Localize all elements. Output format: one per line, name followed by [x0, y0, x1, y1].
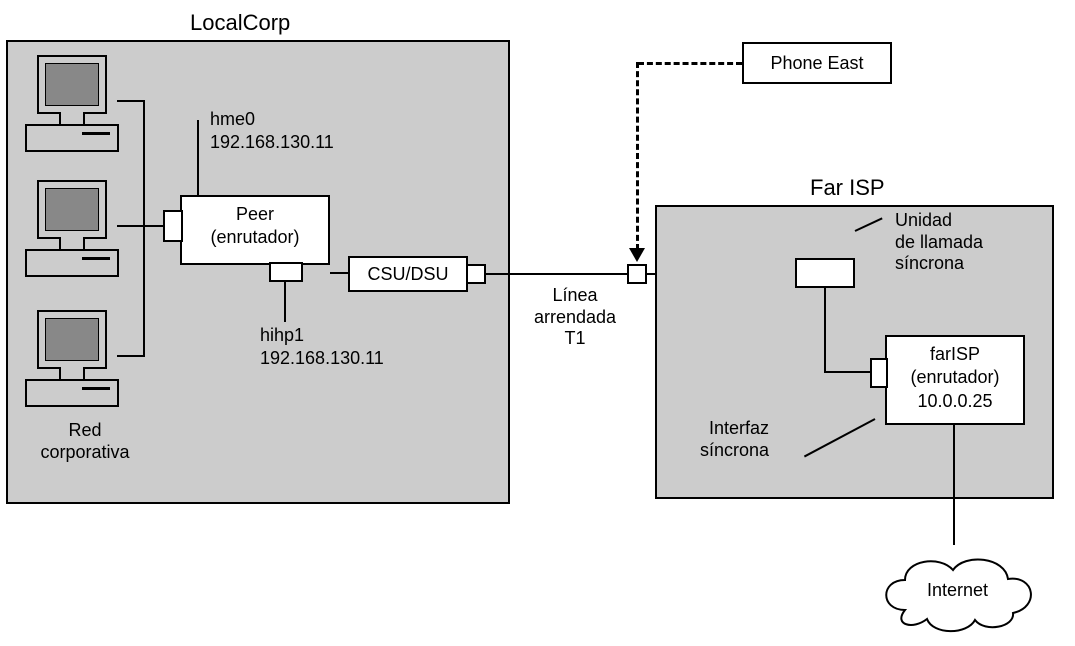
callout-line: [284, 282, 286, 322]
dashed-line: [636, 62, 639, 250]
sync-iface-text: Interfaz síncrona: [700, 418, 769, 460]
localcorp-title: LocalCorp: [190, 10, 290, 36]
phone-east-label: Phone East: [770, 53, 863, 73]
hihp1-name: hihp1: [260, 325, 304, 345]
workstation-icon: [25, 55, 115, 150]
leased-line-label: Línea arrendada T1: [520, 285, 630, 350]
phone-east-box: Phone East: [742, 42, 892, 84]
wire: [824, 371, 872, 373]
sync-call-unit-text: Unidad de llamada síncrona: [895, 210, 983, 273]
hme0-ip: 192.168.130.11: [210, 132, 334, 152]
corp-net-label: Red corporativa: [30, 420, 140, 463]
hihp1-label: hihp1 192.168.130.11: [260, 324, 384, 369]
wire: [117, 355, 145, 357]
wire: [117, 225, 145, 227]
csu-dsu-label: CSU/DSU: [367, 264, 448, 284]
wire: [143, 225, 165, 227]
workstation-icon: [25, 180, 115, 275]
hihp1-port: [269, 262, 303, 282]
sync-call-unit-box: [795, 258, 855, 288]
farisp-router-box: farISP (enrutador) 10.0.0.25: [885, 335, 1025, 425]
farisp-router-name: farISP: [930, 344, 980, 364]
workstation-icon: [25, 310, 115, 405]
hme0-label: hme0 192.168.130.11: [210, 108, 334, 153]
corp-net-text: Red corporativa: [40, 420, 129, 462]
sync-iface-label: Interfaz síncrona: [700, 418, 769, 461]
junction-port: [627, 264, 647, 284]
internet-label: Internet: [905, 580, 1010, 601]
sync-call-unit-label: Unidad de llamada síncrona: [895, 210, 983, 275]
farisp-title: Far ISP: [810, 175, 885, 201]
hme0-port: [163, 210, 183, 242]
dashed-line: [638, 62, 742, 65]
sync-iface-port: [870, 358, 888, 388]
hihp1-ip: 192.168.130.11: [260, 348, 384, 368]
diagram-root: LocalCorp Red corporativa Peer (enrutado…: [0, 0, 1075, 646]
hme0-name: hme0: [210, 109, 255, 129]
callout-line: [197, 120, 199, 195]
wire: [953, 425, 955, 545]
csu-dsu-port: [466, 264, 486, 284]
wire: [824, 288, 826, 373]
peer-router-box: Peer (enrutador): [180, 195, 330, 265]
wire: [143, 100, 145, 357]
wire: [117, 100, 145, 102]
farisp-router-ip: 10.0.0.25: [917, 391, 992, 411]
farisp-router-role: (enrutador): [910, 367, 999, 387]
peer-router-label: Peer (enrutador): [210, 204, 299, 247]
wire: [330, 272, 348, 274]
leased-line-text: Línea arrendada T1: [534, 285, 616, 348]
csu-dsu-box: CSU/DSU: [348, 256, 468, 292]
arrowhead-icon: [629, 248, 645, 262]
